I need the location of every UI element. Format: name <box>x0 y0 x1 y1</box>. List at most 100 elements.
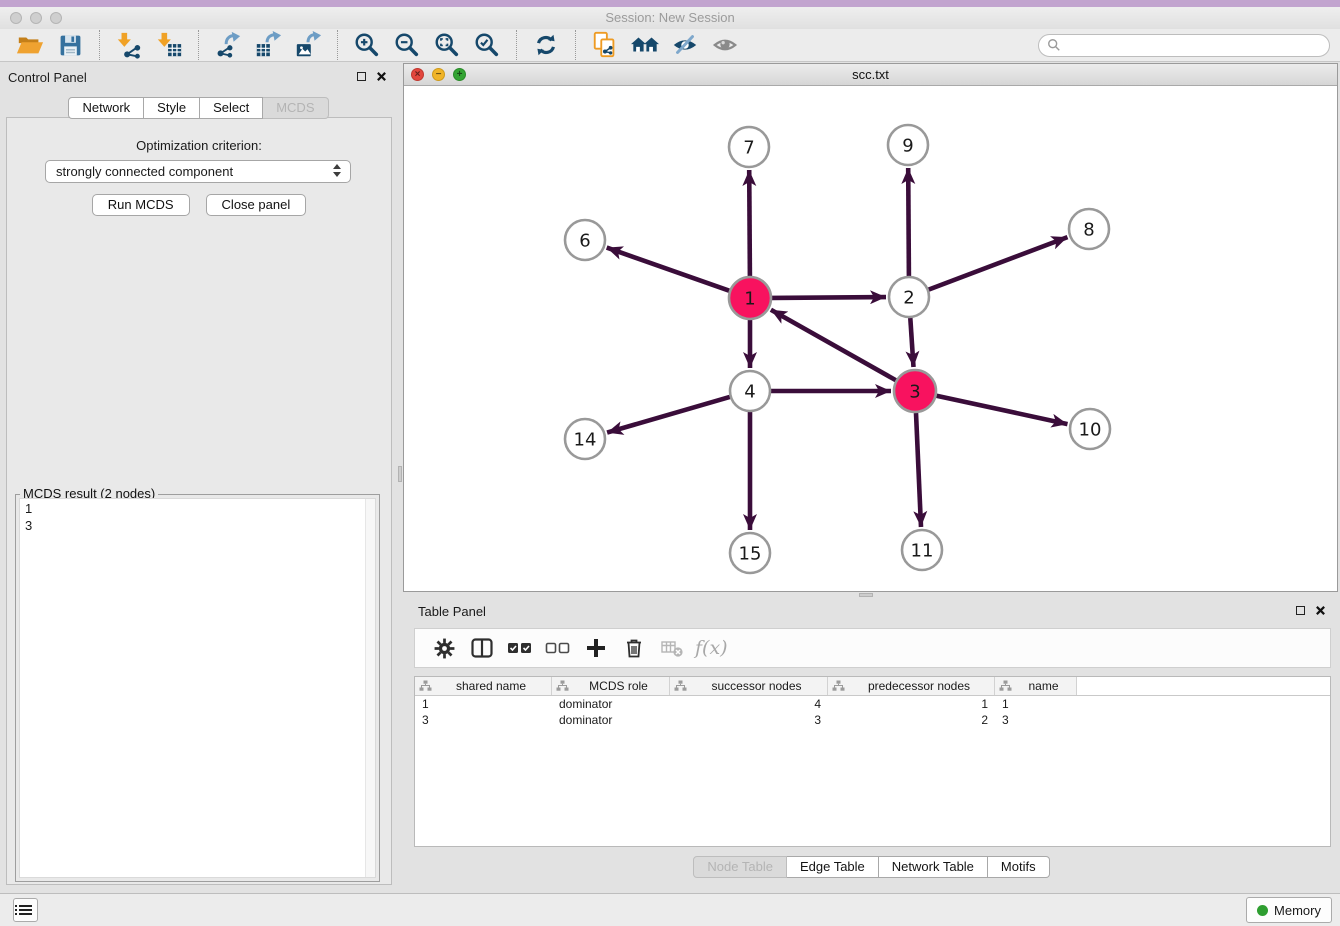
graph-edge-2-9[interactable] <box>908 168 909 276</box>
import-network-icon[interactable] <box>113 30 145 60</box>
optimization-label: Optimization criterion: <box>7 138 391 153</box>
tree-sort-icon <box>674 680 690 692</box>
table-panel: Table Panel <box>403 597 1340 888</box>
graph-node-label: 4 <box>744 381 755 402</box>
export-table-icon[interactable] <box>252 30 284 60</box>
graph-edge-3-10[interactable] <box>937 396 1068 424</box>
tab-select[interactable]: Select <box>200 97 263 119</box>
refresh-view-icon[interactable] <box>530 30 562 60</box>
graph-edge-3-11[interactable] <box>916 413 921 527</box>
criterion-select[interactable]: strongly connected component <box>45 160 351 183</box>
zoom-in-icon[interactable] <box>351 30 383 60</box>
graph-edge-2-8[interactable] <box>929 237 1068 290</box>
open-session-icon[interactable] <box>14 30 46 60</box>
toolbar-separator <box>575 30 576 60</box>
control-panel-tabs: NetworkStyleSelectMCDS <box>0 97 397 119</box>
home-view-icon[interactable] <box>629 30 661 60</box>
table-cell: dominator <box>552 697 670 711</box>
search-input[interactable] <box>1061 37 1321 53</box>
graph-node-label: 10 <box>1079 419 1102 440</box>
task-history-button[interactable] <box>13 898 38 922</box>
graph-node-label: 2 <box>903 287 914 308</box>
table-cell: 1 <box>828 697 995 711</box>
graph-node-label: 1 <box>744 288 755 309</box>
run-mcds-button[interactable]: Run MCDS <box>92 194 190 216</box>
toolbar-separator <box>337 30 338 60</box>
tree-sort-icon <box>832 680 848 692</box>
tree-sort-icon <box>999 680 1015 692</box>
add-column-icon[interactable] <box>583 635 609 661</box>
toolbar-separator <box>516 30 517 60</box>
export-image-icon[interactable] <box>292 30 324 60</box>
graph-edge-3-1[interactable] <box>771 310 896 380</box>
close-panel-button[interactable]: Close panel <box>206 194 307 216</box>
hide-selected-icon[interactable] <box>669 30 701 60</box>
show-all-icon[interactable] <box>709 30 741 60</box>
splitter-handle[interactable] <box>398 466 402 482</box>
select-all-checkboxes-icon[interactable] <box>507 635 533 661</box>
tab-style[interactable]: Style <box>144 97 200 119</box>
column-header-successor-nodes[interactable]: successor nodes <box>670 677 828 695</box>
column-header-predecessor-nodes[interactable]: predecessor nodes <box>828 677 995 695</box>
table-cell: 3 <box>415 713 552 727</box>
duplicate-network-icon[interactable] <box>589 30 621 60</box>
tab-mcds[interactable]: MCDS <box>263 97 328 119</box>
delete-table-icon <box>659 635 685 661</box>
import-table-icon[interactable] <box>153 30 185 60</box>
float-panel-icon[interactable] <box>357 72 366 81</box>
criterion-value: strongly connected component <box>56 164 233 179</box>
settings-gear-icon[interactable] <box>431 635 457 661</box>
function-builder-icon: f(x) <box>695 637 728 659</box>
select-chevrons-icon <box>333 164 342 177</box>
window-title: Session: New Session <box>0 10 1340 25</box>
table-tabs: Node TableEdge TableNetwork TableMotifs <box>403 856 1340 878</box>
float-panel-icon[interactable] <box>1296 606 1305 615</box>
network-canvas[interactable]: 1234678910111415 <box>404 86 1337 591</box>
graph-edge-4-14[interactable] <box>607 397 730 433</box>
column-header-MCDS-role[interactable]: MCDS role <box>552 677 670 695</box>
table-cell: dominator <box>552 713 670 727</box>
close-panel-icon[interactable] <box>1315 605 1326 616</box>
graph-edge-1-2[interactable] <box>772 297 886 298</box>
table-cell: 4 <box>670 697 828 711</box>
table-cell: 1 <box>995 697 1077 711</box>
tab-node-table[interactable]: Node Table <box>693 856 787 878</box>
graph-node-label: 15 <box>739 543 762 564</box>
zoom-out-icon[interactable] <box>391 30 423 60</box>
split-view-icon[interactable] <box>469 635 495 661</box>
table-row[interactable]: 3dominator323 <box>415 712 1330 728</box>
memory-button[interactable]: Memory <box>1246 897 1332 923</box>
clear-checkboxes-icon[interactable] <box>545 635 571 661</box>
save-session-icon[interactable] <box>54 30 86 60</box>
table-row[interactable]: 1dominator411 <box>415 696 1330 712</box>
close-panel-icon[interactable] <box>376 71 387 82</box>
search-field[interactable] <box>1038 34 1330 57</box>
tab-network[interactable]: Network <box>68 97 144 119</box>
table-cell: 1 <box>415 697 552 711</box>
result-line[interactable]: 1 <box>25 500 370 517</box>
result-scrollbar[interactable] <box>365 499 375 877</box>
table-header-row: shared nameMCDS rolesuccessor nodesprede… <box>415 677 1330 696</box>
tab-edge-table[interactable]: Edge Table <box>787 856 879 878</box>
main-area: Control Panel NetworkStyleSelectMCDS Opt… <box>0 62 1340 893</box>
mcds-panel: Optimization criterion: strongly connect… <box>6 117 392 885</box>
desktop-strip <box>0 0 1340 7</box>
search-icon <box>1047 38 1061 52</box>
graph-edge-1-6[interactable] <box>607 248 730 291</box>
zoom-fit-icon[interactable] <box>431 30 463 60</box>
control-panel-title: Control Panel <box>8 70 87 85</box>
table-cell: 3 <box>995 713 1077 727</box>
graph-node-label: 8 <box>1083 219 1094 240</box>
column-header-name[interactable]: name <box>995 677 1077 695</box>
export-network-icon[interactable] <box>212 30 244 60</box>
tab-network-table[interactable]: Network Table <box>879 856 988 878</box>
zoom-selected-icon[interactable] <box>471 30 503 60</box>
delete-columns-icon[interactable] <box>621 635 647 661</box>
mcds-result-list[interactable]: 13 <box>19 498 376 878</box>
column-header-shared-name[interactable]: shared name <box>415 677 552 695</box>
graph-edge-1-7[interactable] <box>749 170 750 276</box>
result-line[interactable]: 3 <box>25 517 370 534</box>
graph-edge-2-3[interactable] <box>910 318 913 367</box>
tab-motifs[interactable]: Motifs <box>988 856 1050 878</box>
toolbar-separator <box>99 30 100 60</box>
